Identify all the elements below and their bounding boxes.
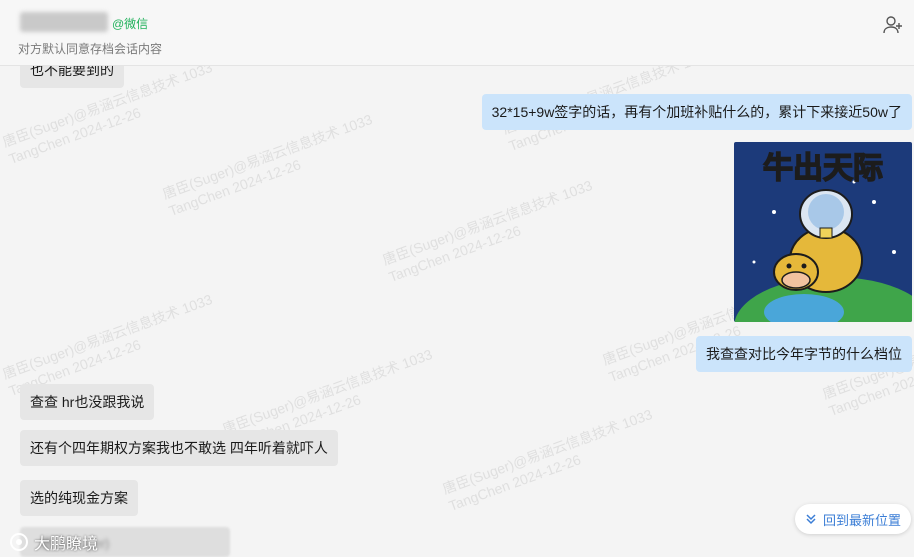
message-bubble-outgoing[interactable]: 32*15+9w签字的话，再有个加班补贴什么的，累计下来接近50w了 bbox=[481, 94, 912, 130]
brand-logo: 大鹏瞭境 bbox=[8, 530, 98, 554]
sticker-art: 牛出天际 bbox=[734, 142, 912, 322]
more-icon[interactable]: ⋯ bbox=[898, 0, 908, 5]
add-member-icon bbox=[883, 16, 902, 34]
contact-source: @微信 bbox=[112, 17, 149, 31]
watermark: 唐臣(Suger)@易涵云信息技术 1033TangChen 2024-12-2… bbox=[160, 111, 375, 219]
message-bubble-incoming[interactable]: 还有个四年期权方案我也不敢选 四年听着就吓人 bbox=[20, 430, 338, 466]
message-bubble-outgoing[interactable]: 我查查对比今年字节的什么档位 bbox=[696, 336, 912, 372]
contact-name-redacted bbox=[20, 12, 108, 32]
chat-header: @微信 对方默认同意存档会话内容 ⋯ bbox=[0, 0, 914, 66]
watermark: 唐臣(Suger)@易涵云信息技术 1033TangChen 2024-12-2… bbox=[380, 177, 595, 285]
add-member-button[interactable] bbox=[880, 12, 906, 38]
brand-icon bbox=[10, 533, 28, 551]
svg-text:牛出天际: 牛出天际 bbox=[763, 151, 883, 186]
double-chevron-down-icon bbox=[806, 514, 816, 525]
scroll-to-latest-button[interactable]: 回到最新位置 bbox=[795, 504, 911, 534]
archive-notice: 对方默认同意存档会话内容 bbox=[18, 42, 163, 56]
scroll-to-latest-label: 回到最新位置 bbox=[822, 512, 901, 528]
brand-label: 大鹏瞭境 bbox=[34, 536, 99, 553]
message-bubble-incoming[interactable]: 查查 hr也没跟我说 bbox=[20, 384, 155, 420]
message-list[interactable]: 唐臣(Suger)@易涵云信息技术 1033 TangChen 2024-12-2… bbox=[0, 66, 914, 557]
watermark: 唐臣(Suger)@易涵云信息技术 1033TangChen 2024-12-2… bbox=[440, 406, 655, 514]
message-bubble-partial[interactable]: 也不能要到的 bbox=[20, 66, 124, 88]
sticker-image[interactable]: 牛出天际 bbox=[734, 142, 912, 322]
message-bubble-incoming[interactable]: 选的纯现金方案 bbox=[20, 480, 138, 516]
